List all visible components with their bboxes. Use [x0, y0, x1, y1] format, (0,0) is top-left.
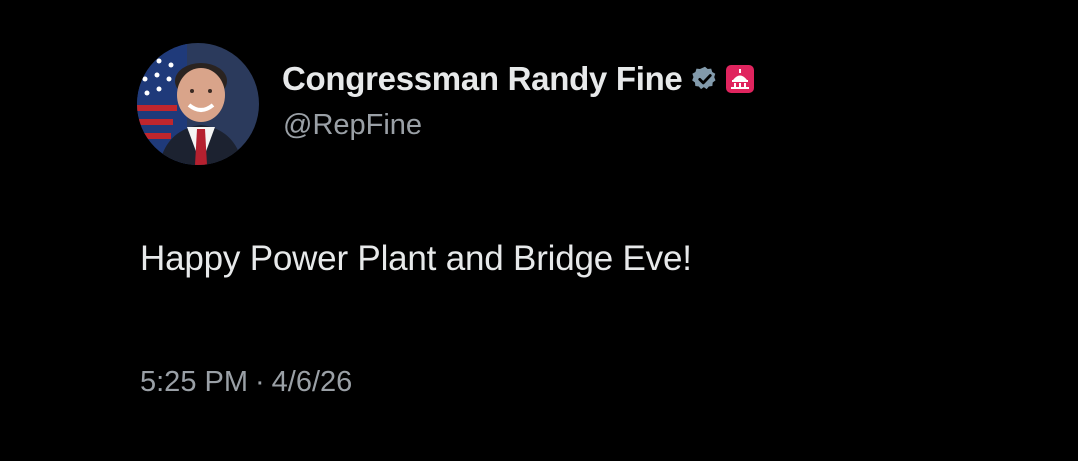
tweet-date[interactable]: 4/6/26	[272, 366, 353, 399]
meta-separator: ·	[255, 366, 265, 398]
author-display-name[interactable]: Congressman Randy Fine	[282, 60, 683, 98]
capitol-affiliation-icon[interactable]	[725, 64, 755, 94]
author-handle[interactable]: @RepFine	[283, 109, 422, 142]
avatar-image	[137, 43, 259, 165]
verified-badge-icon[interactable]	[691, 65, 719, 93]
profile-avatar[interactable]	[137, 43, 259, 165]
tweet-card: Congressman Randy Fine @RepFine Happy Po…	[0, 0, 1078, 461]
author-name-row: Congressman Randy Fine	[282, 57, 755, 101]
tweet-timestamp: 5:25 PM · 4/6/26	[140, 366, 352, 399]
tweet-time[interactable]: 5:25 PM	[140, 366, 248, 399]
tweet-text: Happy Power Plant and Bridge Eve!	[140, 239, 692, 278]
